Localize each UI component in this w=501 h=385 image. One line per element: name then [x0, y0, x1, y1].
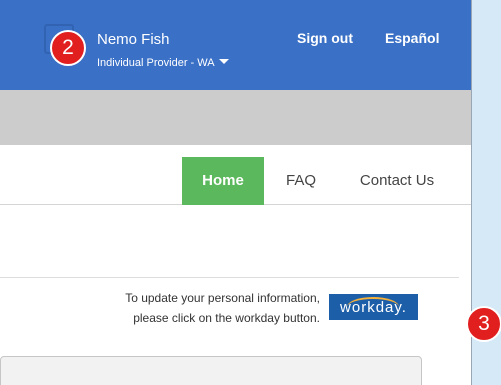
- nav-faq[interactable]: FAQ: [281, 157, 321, 205]
- annotation-badge-2: 2: [50, 30, 86, 66]
- language-link[interactable]: Español: [385, 30, 439, 46]
- workday-button[interactable]: workday.: [329, 294, 418, 320]
- divider: [0, 277, 459, 278]
- nav-contact-us[interactable]: Contact Us: [352, 157, 442, 205]
- user-name: Nemo Fish: [97, 31, 170, 48]
- workday-button-label: workday.: [340, 299, 407, 316]
- main-nav: Home FAQ Contact Us: [0, 157, 471, 205]
- caret-down-icon: [218, 59, 229, 64]
- annotation-badge-3: 3: [466, 306, 501, 342]
- workday-instruction-line2: please click on the workday button.: [133, 311, 320, 325]
- workday-instruction-line1: To update your personal information,: [125, 291, 320, 305]
- sign-out-link[interactable]: Sign out: [297, 30, 353, 46]
- workday-instruction: To update your personal information, ple…: [95, 288, 320, 328]
- nav-home[interactable]: Home: [182, 157, 264, 205]
- content-panel: [0, 356, 422, 385]
- user-role-label: Individual Provider - WA: [97, 57, 215, 69]
- user-role-dropdown[interactable]: Individual Provider - WA: [97, 57, 229, 69]
- gray-banner: [0, 90, 471, 145]
